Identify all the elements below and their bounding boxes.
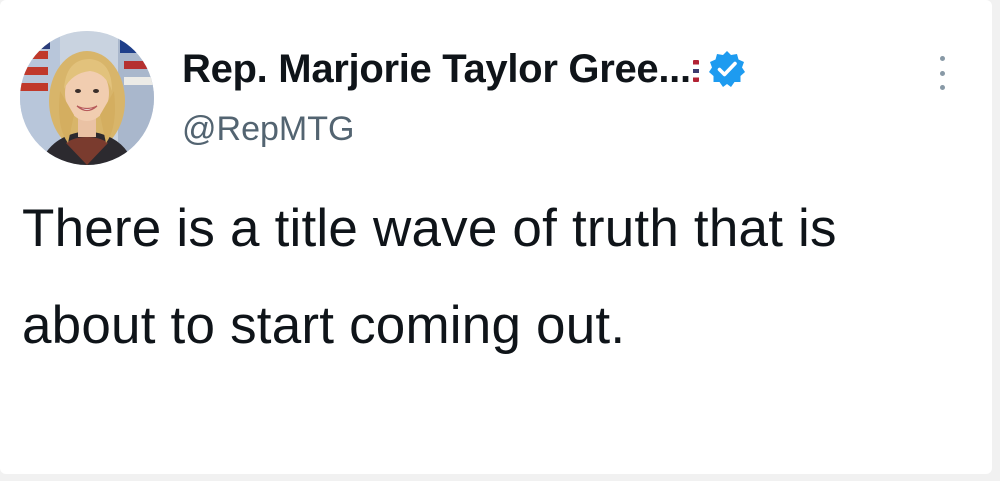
more-options-dot	[939, 70, 945, 76]
author-handle[interactable]: @RepMTG	[182, 110, 354, 149]
avatar-image	[20, 31, 154, 165]
verified-badge-icon	[707, 49, 747, 89]
tweet-card: Rep. Marjorie Taylor Gree... @RepMTG The…	[0, 0, 992, 474]
author-display-name[interactable]: Rep. Marjorie Taylor Gree...	[182, 47, 691, 92]
avatar[interactable]	[20, 31, 154, 165]
more-options-dot	[939, 56, 945, 61]
author-name-row: Rep. Marjorie Taylor Gree...	[182, 44, 747, 94]
more-options-dot	[939, 85, 945, 90]
us-flag-icon	[692, 60, 699, 82]
tweet-text: There is a title wave of truth that is a…	[22, 199, 837, 355]
more-options-icon[interactable]	[930, 50, 954, 96]
